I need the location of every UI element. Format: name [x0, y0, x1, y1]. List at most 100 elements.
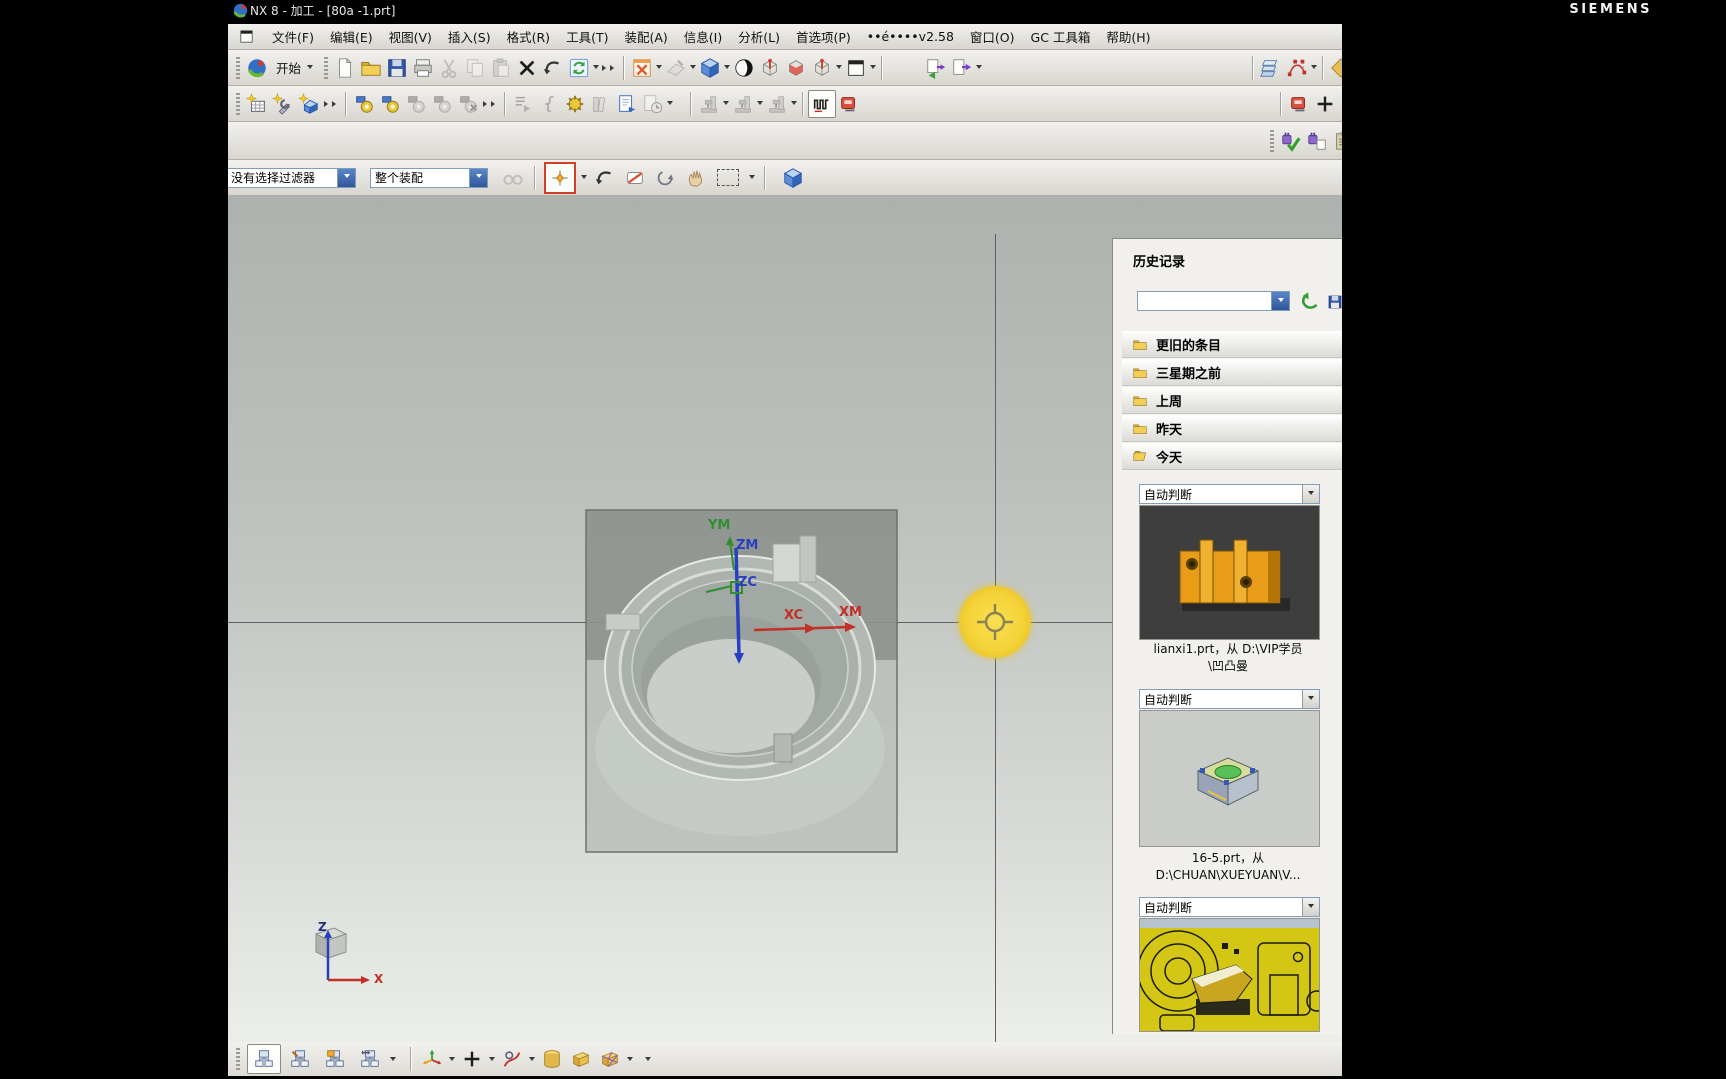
chevron-down-icon[interactable]: [791, 101, 797, 108]
dropdown-button[interactable]: [469, 168, 487, 187]
section-red-button[interactable]: [783, 55, 809, 81]
gold-diamond-button[interactable]: [1328, 55, 1342, 81]
print-button[interactable]: [410, 55, 436, 81]
menu-gc-toolbox[interactable]: GC 工具箱: [1031, 27, 1091, 46]
chevron-down-icon[interactable]: [581, 175, 587, 182]
show-hide-button[interactable]: [923, 55, 949, 81]
window-display-button[interactable]: [843, 55, 869, 81]
postprocess-button[interactable]: [836, 91, 862, 117]
machine-check-button[interactable]: [1278, 128, 1304, 154]
start-button[interactable]: 开始: [270, 56, 320, 79]
dropdown-button[interactable]: [1302, 898, 1319, 916]
menu-preferences[interactable]: 首选项(P): [796, 27, 851, 46]
section-view-button[interactable]: [757, 55, 783, 81]
chevron-down-icon[interactable]: [593, 65, 600, 72]
undo-selection-button[interactable]: [592, 165, 618, 191]
chevron-down-icon[interactable]: [656, 65, 663, 72]
history-item-thumbnail[interactable]: [1139, 710, 1320, 847]
point-button[interactable]: [459, 1046, 485, 1072]
delete-button[interactable]: [514, 55, 540, 81]
method-view-button[interactable]: [354, 1046, 386, 1072]
chevron-down-icon[interactable]: [667, 101, 673, 108]
menu-assemblies[interactable]: 装配(A): [624, 27, 667, 46]
chevron-down-icon[interactable]: [749, 175, 755, 182]
toolbar-overflow[interactable]: [483, 100, 498, 107]
menu-window[interactable]: 窗口(O): [970, 27, 1015, 46]
toolbar-grip[interactable]: [324, 56, 329, 79]
undo-button[interactable]: [540, 55, 566, 81]
save-button[interactable]: [384, 55, 410, 81]
create-program-button[interactable]: [244, 91, 270, 117]
add-button[interactable]: [1312, 91, 1338, 117]
menu-information[interactable]: 信息(I): [684, 27, 722, 46]
chevron-down-icon[interactable]: [645, 1056, 651, 1064]
program-order-view-button[interactable]: [247, 1044, 281, 1074]
erase-button[interactable]: [622, 165, 648, 191]
history-folder-three-weeks[interactable]: 三星期之前: [1122, 359, 1342, 386]
chevron-down-icon[interactable]: [870, 65, 877, 72]
chevron-down-icon[interactable]: [449, 1056, 455, 1064]
dropdown-button[interactable]: [1302, 690, 1319, 708]
chevron-down-icon[interactable]: [690, 65, 697, 72]
geometry-view-button[interactable]: [319, 1046, 351, 1072]
rect-select-button[interactable]: [712, 165, 744, 191]
dropdown-button[interactable]: [1302, 485, 1319, 503]
toolbar-grip[interactable]: [1270, 129, 1274, 152]
menu-insert[interactable]: 插入(S): [448, 27, 491, 46]
postprocess-button-2[interactable]: [1286, 91, 1312, 117]
shaded-view-button[interactable]: [697, 55, 723, 81]
show-model-button[interactable]: [780, 165, 806, 191]
refresh-button[interactable]: [566, 55, 592, 81]
create-tool-button[interactable]: [270, 91, 296, 117]
render-style-button[interactable]: [731, 55, 757, 81]
toolbar-overflow[interactable]: [602, 64, 617, 71]
open-button[interactable]: [358, 55, 384, 81]
faceted-cube-button[interactable]: [597, 1046, 623, 1072]
block-button[interactable]: [568, 1046, 594, 1072]
pan-button[interactable]: [682, 165, 708, 191]
clipboard-button[interactable]: [1330, 128, 1342, 154]
chevron-down-icon[interactable]: [976, 65, 983, 72]
gear-button[interactable]: [562, 91, 588, 117]
history-item-type-combo[interactable]: 自动判断: [1139, 897, 1320, 917]
chevron-down-icon[interactable]: [724, 65, 731, 72]
history-search-combo[interactable]: [1137, 291, 1290, 311]
layer-settings-button[interactable]: [1258, 55, 1284, 81]
toolbar-grip[interactable]: [236, 56, 240, 79]
history-item-type-combo[interactable]: 自动判断: [1139, 689, 1320, 709]
spline-edit-button[interactable]: [1284, 55, 1310, 81]
history-item-type-combo[interactable]: 自动判断: [1139, 484, 1320, 504]
toolbar-overflow[interactable]: [324, 100, 339, 107]
menu-view[interactable]: 视图(V): [389, 27, 432, 46]
new-file-button[interactable]: [332, 55, 358, 81]
move-component-button[interactable]: [949, 55, 975, 81]
history-folder-last-week[interactable]: 上周: [1122, 387, 1342, 414]
datum-csys-button[interactable]: [419, 1046, 445, 1072]
section-view-button-2[interactable]: [809, 55, 835, 81]
history-folder-older[interactable]: 更旧的条目: [1122, 331, 1342, 358]
create-geometry-button[interactable]: [296, 91, 322, 117]
menu-analysis[interactable]: 分析(L): [738, 27, 780, 46]
menu-format[interactable]: 格式(R): [507, 27, 550, 46]
chevron-down-icon[interactable]: [489, 1056, 495, 1064]
chevron-down-icon[interactable]: [529, 1056, 535, 1064]
chevron-down-icon[interactable]: [627, 1056, 633, 1064]
machine-tool-view-button[interactable]: [284, 1046, 316, 1072]
selection-scope-combo[interactable]: 整个装配: [370, 167, 488, 188]
chevron-down-icon[interactable]: [757, 101, 763, 108]
history-revert-button[interactable]: [1297, 289, 1323, 315]
toolbar-grip[interactable]: [236, 92, 240, 115]
operation-button-2[interactable]: [377, 91, 403, 117]
menu-help[interactable]: 帮助(H): [1106, 27, 1150, 46]
history-item-thumbnail[interactable]: [1139, 918, 1320, 1032]
selection-filter-combo[interactable]: 没有选择过滤器: [228, 167, 356, 188]
history-item-thumbnail[interactable]: [1139, 505, 1320, 640]
operation-button-1[interactable]: [351, 91, 377, 117]
history-folder-yesterday[interactable]: 昨天: [1122, 415, 1342, 442]
drafting-button[interactable]: [499, 1046, 525, 1072]
edit-doc-button[interactable]: [614, 91, 640, 117]
chevron-down-icon[interactable]: [1311, 65, 1317, 72]
menu-tools[interactable]: 工具(T): [566, 27, 608, 46]
toolpath-wave-button[interactable]: [808, 89, 836, 118]
chevron-down-icon[interactable]: [836, 65, 843, 72]
